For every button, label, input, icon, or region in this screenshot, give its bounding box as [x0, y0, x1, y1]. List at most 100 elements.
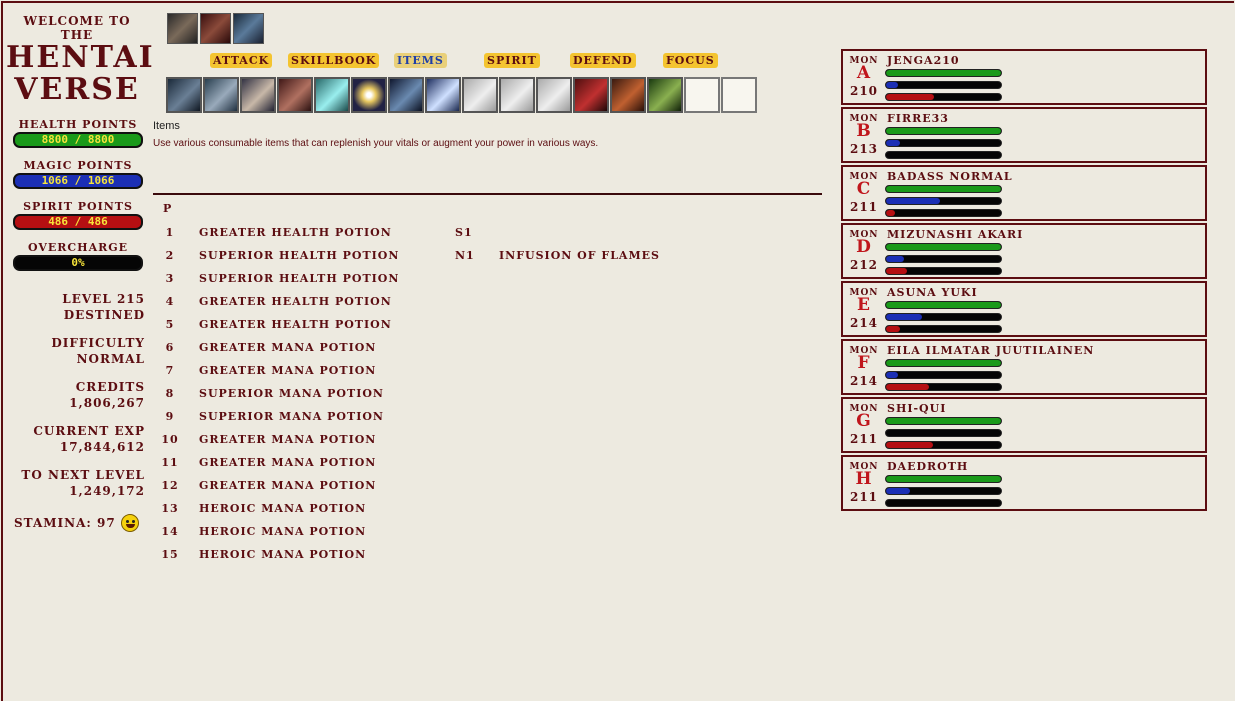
quickbar-skill-icon[interactable]	[240, 77, 276, 113]
tab-spirit[interactable]: SPIRIT	[484, 53, 540, 68]
item-row[interactable]: 11 GREATER MANA POTION	[155, 456, 675, 474]
quickbar-skill-icon[interactable]	[573, 77, 609, 113]
monster-health-bar	[885, 185, 1002, 193]
monster-mana-bar-fill	[886, 372, 898, 378]
item-row[interactable]: 2 SUPERIOR HEALTH POTION N1 INFUSION OF FLA…	[155, 249, 675, 267]
item-number: 15	[161, 548, 179, 561]
item-row[interactable]: 7 GREATER MANA POTION	[155, 364, 675, 382]
item-name: SUPERIOR HEALTH POTION	[199, 272, 400, 285]
quickbar-skill-icon[interactable]	[647, 77, 683, 113]
item-name: GREATER MANA POTION	[199, 479, 377, 492]
monster-name: EILA ILMATAR JUUTILAINEN	[887, 344, 1095, 357]
item-hotkey: S1	[455, 226, 473, 239]
monster-health-bar-fill	[886, 302, 1001, 308]
monster-card[interactable]: MON A 210 JENGA210	[841, 49, 1207, 105]
smiley-face-icon	[120, 514, 139, 532]
item-number: 13	[161, 502, 179, 515]
monster-mana-bar	[885, 371, 1002, 379]
item-row[interactable]: 10 GREATER MANA POTION	[155, 433, 675, 451]
quickbar-skill-icon[interactable]	[166, 77, 202, 113]
quickbar-skill-icon[interactable]	[314, 77, 350, 113]
monster-card[interactable]: MON E 214 ASUNA YUKI	[841, 281, 1207, 337]
monster-mana-bar-fill	[886, 256, 905, 262]
tab-defend[interactable]: DEFEND	[570, 53, 636, 68]
tab-focus[interactable]: FOCUS	[663, 53, 718, 68]
item-row[interactable]: 6 GREATER MANA POTION	[155, 341, 675, 359]
left-panel: WELCOME TO THE HENTAI VERSE	[6, 14, 153, 107]
monster-card[interactable]: MON G 211 SHI-QUI	[841, 397, 1207, 453]
difficulty-label: DIFFICULTY	[51, 336, 145, 350]
item-row[interactable]: 8 SUPERIOR MANA POTION	[155, 387, 675, 405]
monster-mana-bar-fill	[886, 198, 941, 204]
monster-level: 214	[849, 316, 879, 330]
game-logo-line2: VERSE	[14, 72, 140, 107]
item-name: SUPERIOR MANA POTION	[199, 387, 384, 400]
item-row[interactable]: 5 GREATER HEALTH POTION	[155, 318, 675, 336]
monster-card[interactable]: MON C 211 BADASS NORMAL	[841, 165, 1207, 221]
item-row[interactable]: 13 HEROIC MANA POTION	[155, 502, 675, 520]
quickbar-empty-slot[interactable]	[684, 77, 720, 113]
stamina-text: STAMINA: 97	[14, 516, 116, 530]
quickbar-skill-icon[interactable]	[203, 77, 239, 113]
tab-attack[interactable]: ATTACK	[210, 53, 273, 68]
item-row[interactable]: 1 GREATER HEALTH POTION S1	[155, 226, 675, 244]
spirit-bar: 486 / 486	[13, 214, 143, 230]
monster-card[interactable]: MON B 213 FIRRE33	[841, 107, 1207, 163]
tab-skillbook[interactable]: SKILLBOOK	[288, 53, 380, 68]
quickbar-skill-icon[interactable]	[351, 77, 387, 113]
effect-icon[interactable]	[233, 13, 264, 44]
item-hotkey: N1	[455, 249, 475, 262]
monster-level: 211	[849, 432, 879, 446]
quickbar-skill-icon[interactable]	[610, 77, 646, 113]
tab-items[interactable]: ITEMS	[394, 53, 447, 68]
monster-letter: A	[856, 63, 872, 83]
quickbar-skill-icon[interactable]	[425, 77, 461, 113]
item-row[interactable]: 4 GREATER HEALTH POTION	[155, 295, 675, 313]
quickbar	[166, 77, 757, 113]
monster-card[interactable]: MON H 211 DAEDROTH	[841, 455, 1207, 511]
monster-mana-bar-fill	[886, 488, 911, 494]
item-number: 12	[161, 479, 179, 492]
quickbar-empty-slot[interactable]	[721, 77, 757, 113]
quickbar-skill-icon[interactable]	[388, 77, 424, 113]
quickbar-skill-icon[interactable]	[277, 77, 313, 113]
difficulty-block: DIFFICULTY NORMAL	[5, 335, 145, 367]
monster-spirit-bar	[885, 325, 1002, 333]
item-row[interactable]: 14 HEROIC MANA POTION	[155, 525, 675, 543]
quickbar-skill-icon[interactable]	[462, 77, 498, 113]
item-row[interactable]: 3 SUPERIOR HEALTH POTION	[155, 272, 675, 290]
item-name: GREATER HEALTH POTION	[199, 318, 392, 331]
monster-spirit-bar-fill	[886, 326, 900, 332]
monster-spirit-bar	[885, 267, 1002, 275]
item-number: 14	[161, 525, 179, 538]
monster-mana-bar	[885, 313, 1002, 321]
monster-name: ASUNA YUKI	[887, 286, 978, 299]
spirit-label: SPIRIT POINTS	[23, 200, 133, 213]
monster-mana-bar	[885, 139, 1002, 147]
item-name: SUPERIOR HEALTH POTION	[199, 249, 400, 262]
monster-name: SHI-QUI	[887, 402, 947, 415]
item-number: 4	[165, 295, 175, 308]
credits-label: CREDITS	[75, 380, 145, 394]
item-number: 6	[165, 341, 175, 354]
item-row[interactable]: 9 SUPERIOR MANA POTION	[155, 410, 675, 428]
effect-icon[interactable]	[167, 13, 198, 44]
monster-card[interactable]: MON F 214 EILA ILMATAR JUUTILAINEN	[841, 339, 1207, 395]
monster-level: 212	[849, 258, 879, 272]
monster-health-bar	[885, 359, 1002, 367]
monster-card[interactable]: MON D 212 MIZUNASHI AKARI	[841, 223, 1207, 279]
rank-text: DESTINED	[63, 308, 145, 322]
monster-letter: D	[856, 237, 872, 257]
monster-mana-bar	[885, 429, 1002, 437]
quickbar-skill-icon[interactable]	[536, 77, 572, 113]
monster-spirit-bar-fill	[886, 210, 896, 216]
monster-name: BADASS NORMAL	[887, 170, 1013, 183]
item-row[interactable]: 12 GREATER MANA POTION	[155, 479, 675, 497]
monster-mana-bar	[885, 255, 1002, 263]
monster-health-bar	[885, 417, 1002, 425]
credits-block: CREDITS 1,806,267	[5, 379, 145, 411]
quickbar-skill-icon[interactable]	[499, 77, 535, 113]
item-row[interactable]: 15 HEROIC MANA POTION	[155, 548, 675, 566]
item-number: 5	[165, 318, 175, 331]
effect-icon[interactable]	[200, 13, 231, 44]
